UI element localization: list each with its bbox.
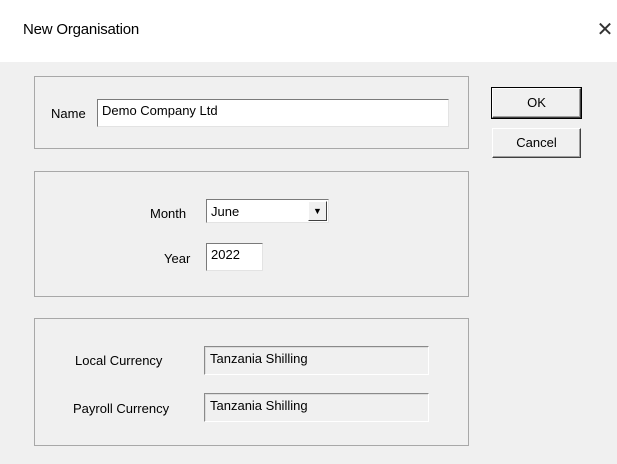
chevron-down-icon[interactable]: ▼ [308,201,327,221]
cancel-button[interactable]: Cancel [492,128,581,158]
year-input[interactable]: 2022 [206,243,263,271]
month-value: June [211,204,240,219]
period-group: Month June ▼ Year 2022 [34,171,469,297]
name-label: Name [51,106,86,121]
title-bar: New Organisation ✕ [0,0,617,62]
local-currency-label: Local Currency [75,353,163,368]
year-label: Year [164,251,191,266]
month-dropdown[interactable]: June ▼ [206,199,329,223]
payroll-currency-label: Payroll Currency [73,401,170,416]
month-label: Month [150,206,187,221]
name-group: Name Demo Company Ltd [34,76,469,149]
window-title: New Organisation [23,21,140,38]
currency-group: Local Currency Tanzania Shilling Payroll… [34,318,469,446]
local-currency-field: Tanzania Shilling [204,346,429,375]
payroll-currency-field: Tanzania Shilling [204,393,429,422]
name-input[interactable]: Demo Company Ltd [97,99,449,127]
ok-button[interactable]: OK [491,87,582,119]
close-icon[interactable]: ✕ [592,14,617,46]
